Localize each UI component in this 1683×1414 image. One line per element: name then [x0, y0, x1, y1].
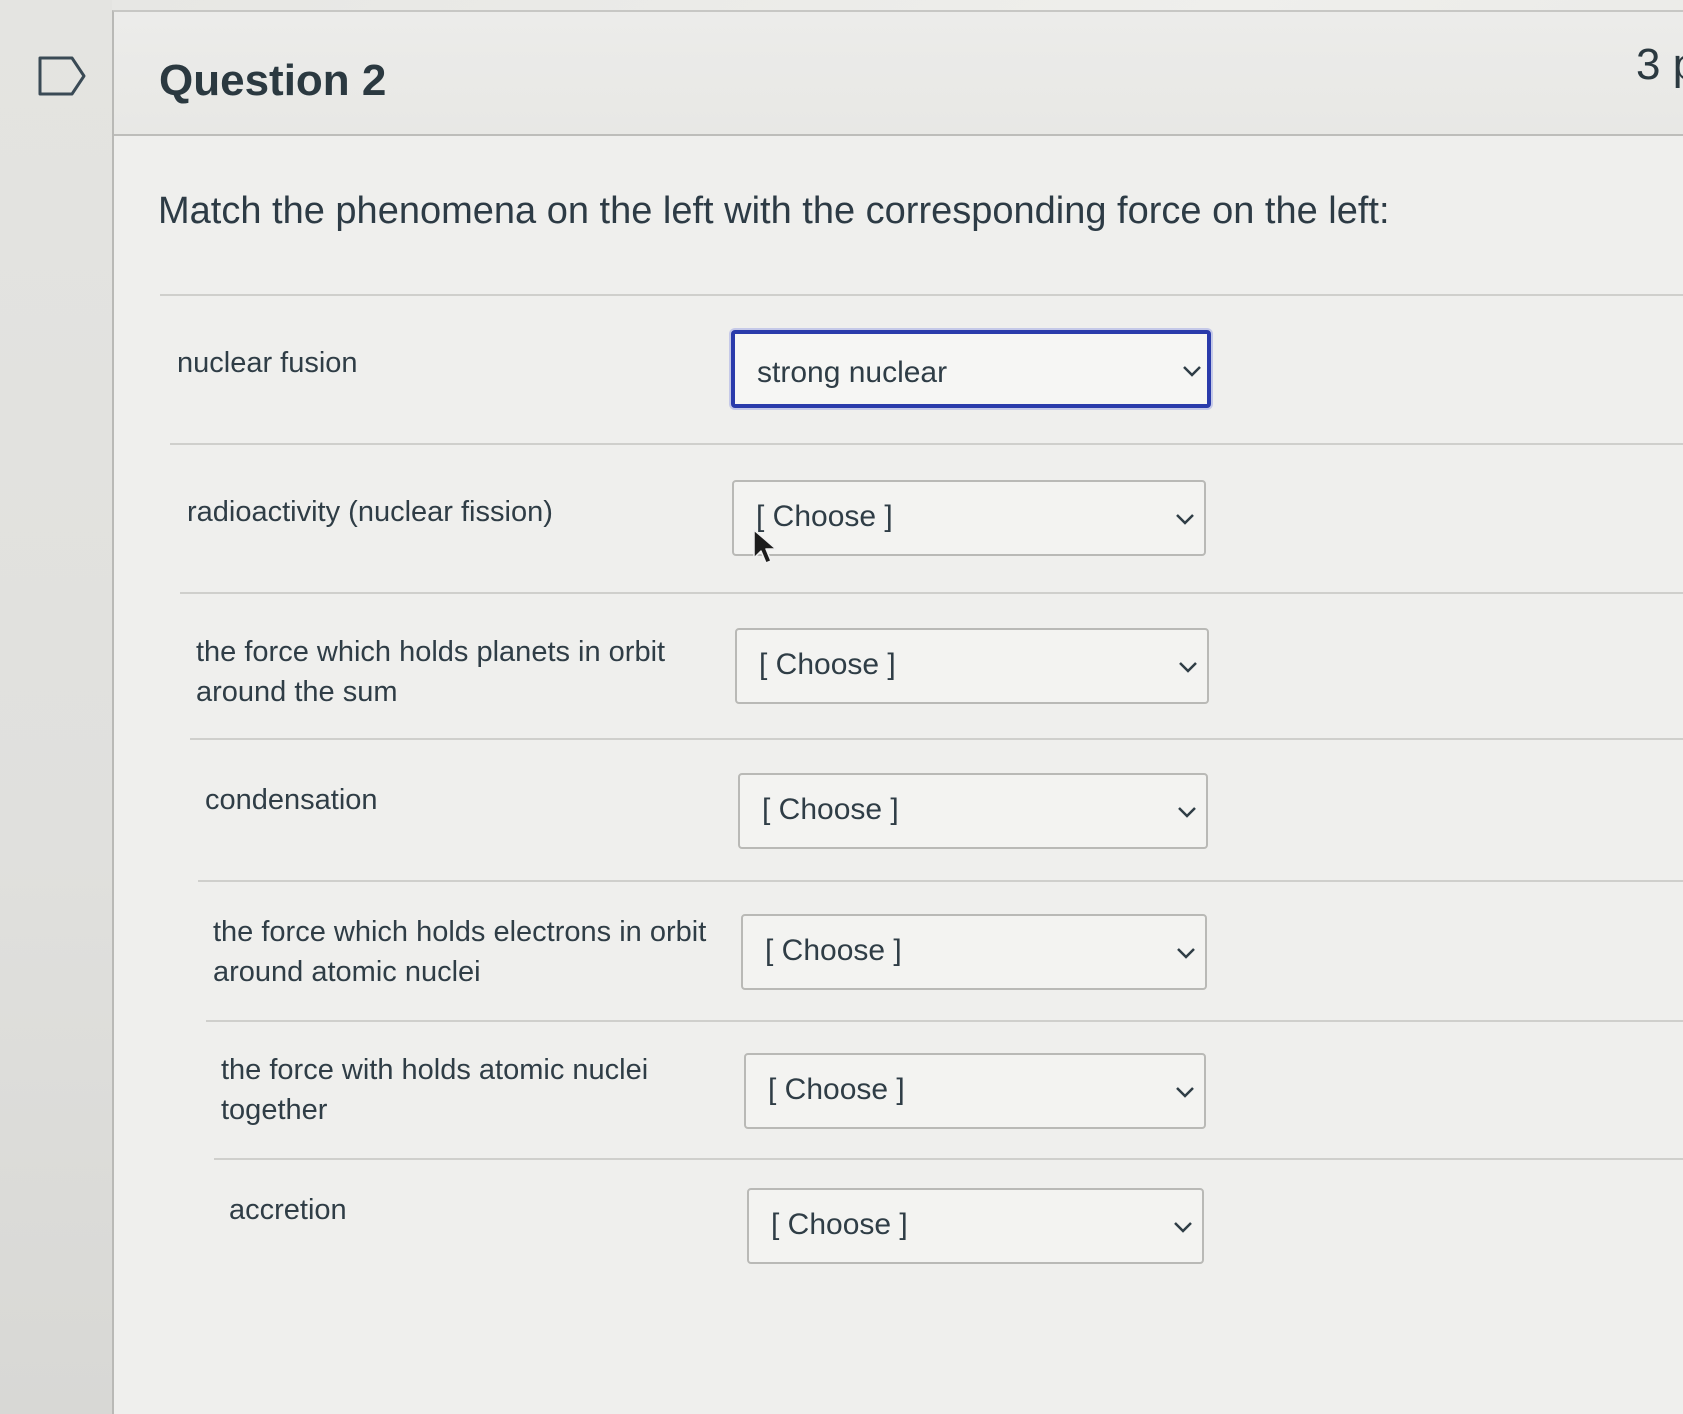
chevron-down-icon	[1174, 1222, 1192, 1233]
question-title: Question 2	[159, 56, 387, 105]
select-value: [ Choose ]	[768, 1073, 905, 1106]
phenomenon-label: radioactivity (nuclear fission)	[187, 496, 553, 528]
phenomenon-label: accretion	[229, 1194, 347, 1226]
force-select[interactable]: [ Choose ]	[741, 914, 1207, 990]
question-points: 3 p	[1636, 40, 1683, 89]
select-value: [ Choose ]	[771, 1208, 908, 1241]
chevron-down-icon	[1177, 948, 1195, 959]
question-header: Question 2 3 p	[114, 12, 1683, 136]
select-value: [ Choose ]	[762, 793, 899, 826]
force-select[interactable]: [ Choose ]	[744, 1053, 1206, 1129]
chevron-down-icon	[1178, 807, 1196, 818]
chevron-down-icon	[1176, 514, 1194, 525]
chevron-down-icon	[1183, 366, 1201, 377]
force-select[interactable]: [ Choose ]	[747, 1188, 1204, 1264]
row-divider	[160, 294, 1683, 296]
force-select[interactable]: strong nuclear	[731, 330, 1211, 408]
row-divider	[180, 592, 1683, 594]
select-value: [ Choose ]	[759, 648, 896, 681]
force-select[interactable]: [ Choose ]	[738, 773, 1208, 849]
row-divider	[206, 1020, 1683, 1022]
select-value: [ Choose ]	[765, 934, 902, 967]
flag-question-icon[interactable]	[38, 56, 88, 96]
mouse-pointer-icon	[753, 529, 777, 564]
row-divider	[214, 1158, 1683, 1160]
phenomenon-label: nuclear fusion	[177, 347, 358, 379]
phenomenon-label: condensation	[205, 784, 378, 816]
left-gutter	[0, 0, 112, 1414]
phenomenon-label: the force which holds electrons in orbit…	[213, 916, 707, 988]
phenomenon-label: the force which holds planets in orbit a…	[196, 636, 666, 708]
question-prompt: Match the phenomena on the left with the…	[158, 190, 1390, 232]
phenomenon-label: the force with holds atomic nuclei toget…	[221, 1054, 649, 1126]
row-divider	[198, 880, 1683, 882]
force-select[interactable]: [ Choose ]	[735, 628, 1209, 704]
chevron-down-icon	[1179, 662, 1197, 673]
force-select[interactable]: [ Choose ]	[732, 480, 1206, 556]
row-divider	[190, 738, 1683, 740]
row-divider	[170, 443, 1683, 445]
quiz-screen: Question 2 3 p Match the phenomena on th…	[0, 0, 1683, 1414]
chevron-down-icon	[1176, 1087, 1194, 1098]
select-value: strong nuclear	[757, 356, 948, 389]
